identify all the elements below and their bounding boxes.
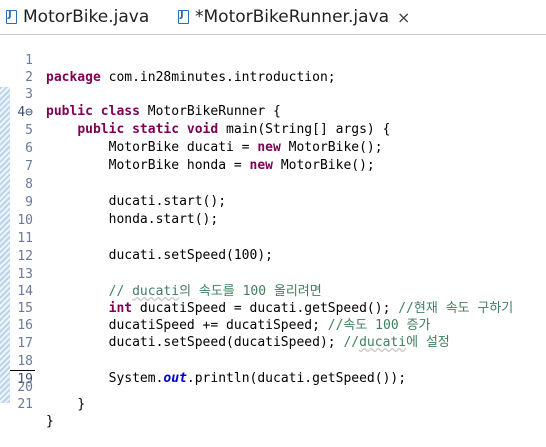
close-icon[interactable]: × — [397, 8, 410, 27]
code-editor[interactable]: 1 package com.in28minutes.introduction; … — [0, 35, 546, 429]
tab-motorbikerunner-java[interactable]: *MotorBikeRunner.java × — [178, 0, 410, 34]
code-line: 9 honda.start(); — [0, 177, 546, 227]
code-line: 21 } — [0, 379, 546, 429]
code-line: 2 — [0, 52, 546, 85]
code-line: 8 ducati.start(); — [0, 159, 546, 209]
tab-motorbike-java[interactable]: MotorBike.java — [6, 0, 149, 34]
java-file-icon — [178, 9, 189, 24]
code-line: 12 — [0, 231, 546, 264]
line-number: 21 — [17, 397, 33, 412]
code-text: } — [46, 414, 54, 429]
code-line: 1 package com.in28minutes.introduction; — [0, 35, 546, 85]
code-line: 13 // ducati의 속도를 100 올리려면 — [0, 249, 546, 299]
code-line: 16 ducati.setSpeed(ducatiSpeed); //ducat… — [0, 300, 546, 350]
code-line: 20 } — [0, 362, 546, 412]
code-line: 5 MotorBike ducati = new MotorBike(); — [0, 105, 546, 155]
tab-label: *MotorBikeRunner.java — [195, 7, 389, 27]
tab-label: MotorBike.java — [23, 7, 150, 27]
code-line: 11 ducati.setSpeed(100); — [0, 213, 546, 263]
code-text: } — [77, 397, 86, 412]
code-line: 3 public class MotorBikeRunner { — [0, 69, 546, 119]
code-line: 4⊖ public static void main(String[] args… — [0, 87, 546, 137]
code-line: 14 int ducatiSpeed = ducati.getSpeed(); … — [0, 266, 546, 316]
code-line: 17 — [0, 318, 546, 351]
code-line: 10 — [0, 195, 546, 228]
code-line: 18 System.out.println(ducati.getSpeed())… — [0, 336, 546, 386]
java-file-icon — [6, 9, 17, 24]
code-line: 7 — [0, 141, 546, 174]
code-line: 6 MotorBike honda = new MotorBike(); — [0, 123, 546, 173]
code-line: 15 ducatiSpeed += ducatiSpeed; //속도 100 … — [0, 283, 546, 333]
editor-tab-bar: MotorBike.java *MotorBikeRunner.java × — [0, 0, 546, 35]
